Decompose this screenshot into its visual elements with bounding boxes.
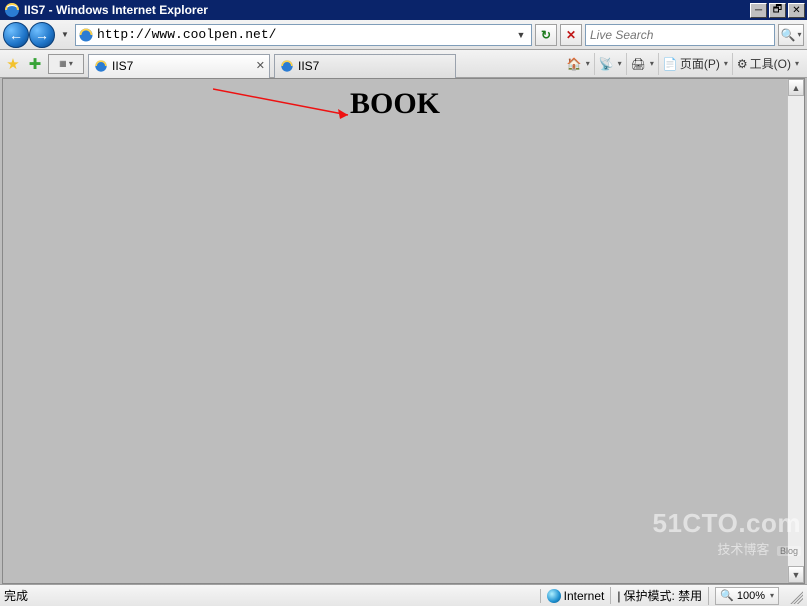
url-input[interactable] [97,27,510,42]
home-button[interactable]: 🏠▾ [563,53,594,75]
status-bar: 完成 Internet | 保护模式: 禁用 🔍 100% ▾ [0,584,807,606]
forward-button[interactable]: → [29,22,55,48]
minimize-button[interactable]: ─ [750,3,767,18]
status-protected-mode: | 保护模式: 禁用 [610,587,702,604]
search-input[interactable] [590,28,770,42]
status-zone-label: Internet [564,589,605,603]
ie-favicon-icon [280,59,294,73]
favorites-button[interactable]: ★ [4,55,22,73]
scroll-track[interactable] [788,96,804,566]
tab-command-bar: ★ ✚ ▦ ▾ IIS7 ✕ IIS7 🏠▾ 📡▾ 🖨▾ 📄 页面(P) ▾ [0,50,807,78]
maximize-button[interactable]: 🗗 [769,3,786,18]
feeds-button[interactable]: 📡▾ [594,53,626,75]
status-done: 完成 [4,587,28,604]
search-box[interactable] [585,24,775,46]
page-icon: 📄 [663,57,678,71]
page-menu-button[interactable]: 📄 页面(P) ▾ [658,53,732,75]
scroll-up-button[interactable]: ▲ [788,79,804,96]
gear-icon: ⚙ [737,57,748,71]
tab-inactive[interactable]: IIS7 [274,54,456,78]
tab-label: IIS7 [112,59,133,73]
ie-logo-icon [4,2,20,18]
window-title: IIS7 - Windows Internet Explorer [24,3,746,17]
refresh-button[interactable]: ↻ [535,24,557,46]
address-history-dropdown[interactable]: ▼ [513,30,529,40]
ie-favicon-icon [94,59,108,73]
tools-menu-label: 工具(O) [750,55,791,72]
close-window-button[interactable]: ✕ [788,3,805,18]
zoom-button[interactable]: 🔍 100% ▾ [715,587,779,605]
ie-page-icon [78,27,94,43]
magnifier-icon: 🔍 [720,589,734,602]
tools-menu-button[interactable]: ⚙ 工具(O) ▾ [732,53,803,75]
status-done-label: 完成 [4,587,28,604]
recent-pages-dropdown[interactable]: ▼ [58,24,72,46]
page-menu-label: 页面(P) [680,55,720,72]
window-titlebar: IIS7 - Windows Internet Explorer ─ 🗗 ✕ [0,0,807,20]
status-zone[interactable]: Internet [540,589,605,603]
tab-label: IIS7 [298,59,319,73]
back-button[interactable]: ← [3,22,29,48]
print-button[interactable]: 🖨▾ [626,53,658,75]
quick-tabs-button[interactable]: ▦ ▾ [48,54,84,74]
magnifier-icon: 🔍 [781,28,796,42]
vertical-scrollbar[interactable]: ▲ ▼ [787,79,804,583]
zoom-label: 100% [737,590,765,602]
home-icon: 🏠 [567,57,582,71]
rss-icon: 📡 [599,57,614,71]
tab-active[interactable]: IIS7 ✕ [88,54,270,78]
address-bar[interactable]: ▼ [75,24,532,46]
printer-icon: 🖨 [631,57,646,71]
navigation-bar: ← → ▼ ▼ ↻ ✕ 🔍 ▾ [0,20,807,50]
resize-grip[interactable] [787,588,803,604]
add-favorites-button[interactable]: ✚ [26,55,44,73]
page-heading: BOOK [3,87,787,121]
command-bar: 🏠▾ 📡▾ 🖨▾ 📄 页面(P) ▾ ⚙ 工具(O) ▾ [563,53,803,75]
status-protected-label: 保护模式: 禁用 [623,587,702,604]
rendered-page: BOOK [3,79,787,583]
globe-icon [547,589,561,603]
content-area: BOOK ▲ ▼ 51CTO.com 技术博客 Blog [0,78,807,584]
stop-button[interactable]: ✕ [560,24,582,46]
scroll-down-button[interactable]: ▼ [788,566,804,583]
tab-close-button[interactable]: ✕ [256,59,265,72]
search-button[interactable]: 🔍 ▾ [778,24,804,46]
